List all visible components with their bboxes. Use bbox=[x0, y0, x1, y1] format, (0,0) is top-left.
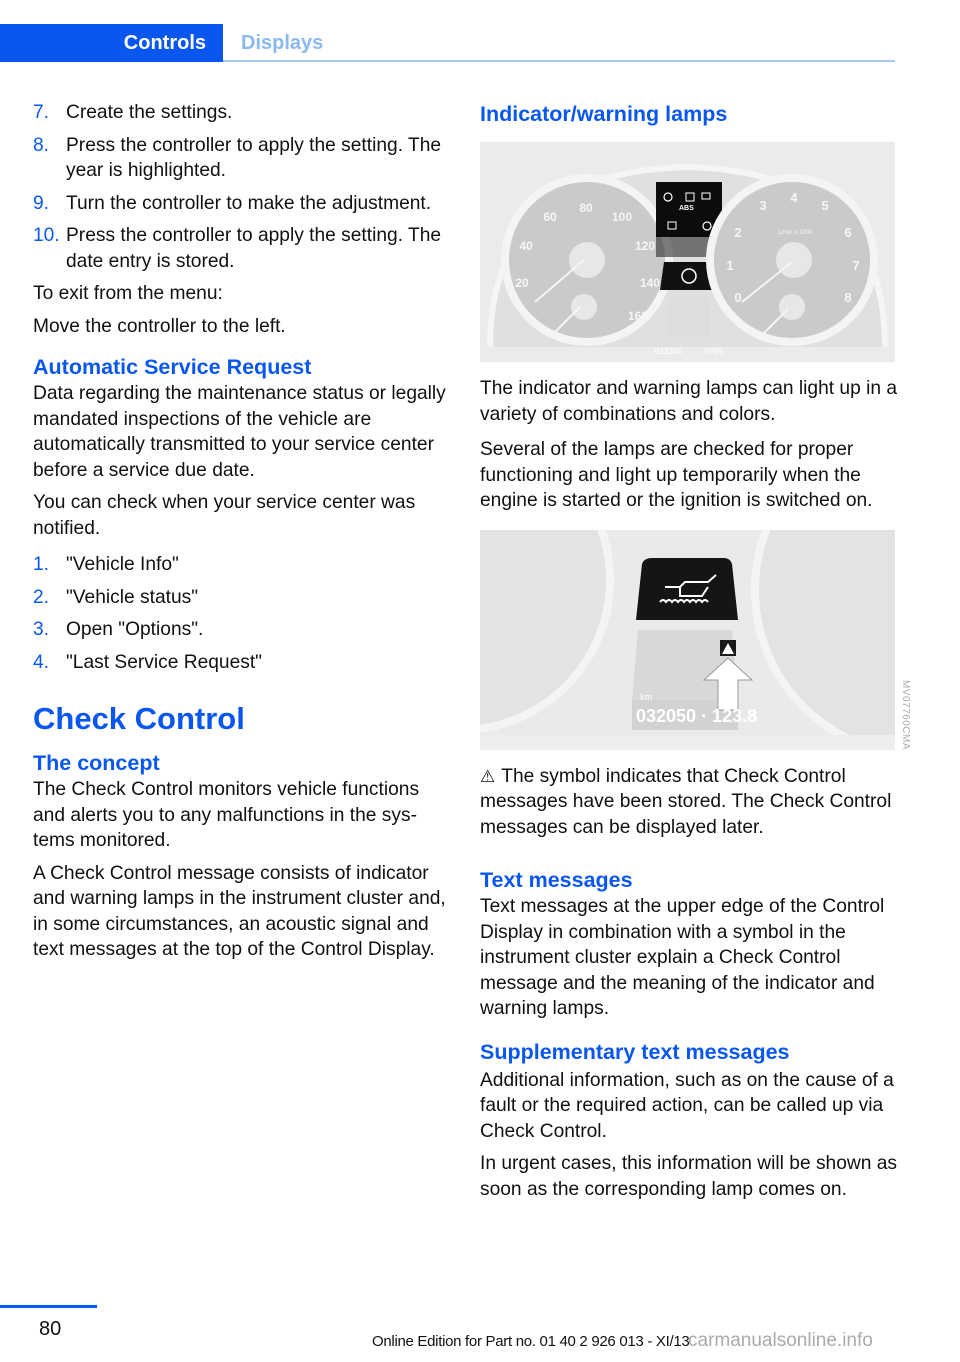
odometer-reading: 032050 · 123.8 bbox=[636, 706, 757, 726]
step-text: "Last Service Request" bbox=[66, 651, 262, 673]
step-text: Turn the controller to make the adjust­m… bbox=[66, 192, 432, 214]
step-number: 2. bbox=[33, 586, 50, 608]
exit-action: Move the controller to the left. bbox=[33, 315, 286, 337]
rpm-unit: 1/min x 1000 bbox=[778, 230, 813, 236]
warning-triangle-icon: ⚠ bbox=[480, 766, 496, 786]
speed-label: 60 bbox=[543, 210, 557, 224]
asr-paragraph-2: You can check when your service center w… bbox=[33, 492, 416, 539]
steps-list-date: 7. Create the settings. 8. Press the contr… bbox=[33, 100, 451, 274]
concept-paragraph-1: The Check Control monitors vehicle funct… bbox=[33, 779, 420, 851]
symbol-text: The symbol indicates that Check Control … bbox=[480, 765, 892, 838]
supplementary-paragraph-1: Additional information, such as on the c… bbox=[480, 1069, 894, 1142]
step-number: 9. bbox=[33, 192, 50, 214]
steps-list-asr: 1. "Vehicle Info" 2. "Vehicle status" 3. Op… bbox=[33, 552, 451, 675]
tab-displays[interactable]: Displays bbox=[241, 24, 323, 62]
section-heading-lamps: Indicator/warning lamps bbox=[480, 102, 728, 126]
step-text: Press the controller to apply the settin… bbox=[66, 225, 442, 272]
lamps-paragraph-1: The indicator and warning lamps can ligh… bbox=[480, 378, 898, 425]
right-column: Indicator/warning lamps 20 40 60 80 100 … bbox=[480, 100, 898, 1209]
list-item: 7. Create the settings. bbox=[33, 100, 451, 126]
odometer-unit: km bbox=[640, 692, 652, 702]
list-item: 1. "Vehicle Info" bbox=[33, 552, 451, 578]
check-control-figure: km 032050 · 123.8 bbox=[480, 529, 895, 750]
tab-underline bbox=[223, 60, 895, 62]
exit-label: To exit from the menu: bbox=[33, 283, 223, 304]
step-text: Open "Options". bbox=[66, 619, 204, 640]
list-item: 4. "Last Service Request" bbox=[33, 650, 451, 676]
image-code: MV07760CMA bbox=[900, 680, 911, 751]
speed-label: 80 bbox=[579, 201, 593, 215]
lamps-paragraph-2: Several of the lamps are checked for pro… bbox=[480, 439, 873, 511]
speed-label: 140 bbox=[640, 276, 660, 290]
check-control-illustration: km 032050 · 123.8 bbox=[480, 529, 895, 750]
abs-lamp-label: ABS bbox=[679, 205, 694, 212]
list-item: 3. Open "Options". bbox=[33, 617, 451, 643]
speed-label: 20 bbox=[515, 276, 529, 290]
speed-label: 160 bbox=[628, 309, 648, 323]
step-number: 3. bbox=[33, 619, 50, 640]
step-number: 4. bbox=[33, 651, 50, 673]
step-text: "Vehicle status" bbox=[66, 586, 199, 608]
speed-label: 100 bbox=[612, 210, 632, 224]
rpm-label: 4 bbox=[790, 190, 798, 205]
step-text: "Vehicle Info" bbox=[66, 554, 179, 575]
rpm-label: 7 bbox=[852, 258, 859, 273]
rpm-label: 3 bbox=[759, 198, 766, 213]
list-item: 10. Press the controller to apply the set… bbox=[33, 223, 451, 274]
page-number: 80 bbox=[39, 1318, 62, 1340]
concept-paragraph-2: A Check Control message consists of indi… bbox=[33, 862, 446, 961]
speed-label: 40 bbox=[519, 239, 533, 253]
watermark-link[interactable]: carmanualsonline.info bbox=[688, 1330, 873, 1352]
step-number: 8. bbox=[33, 134, 50, 156]
left-column: 7. Create the settings. 8. Press the contr… bbox=[33, 100, 451, 970]
section-heading-supplementary: Supplementary text messages bbox=[480, 1039, 790, 1064]
speed-label: 120 bbox=[635, 239, 655, 253]
step-number: 10. bbox=[33, 225, 60, 246]
supplementary-paragraph-2: In urgent cases, this information will b… bbox=[480, 1153, 898, 1200]
list-item: 8. Press the controller to apply the sett… bbox=[33, 133, 451, 184]
step-text: Create the settings. bbox=[66, 102, 233, 123]
rpm-label: 6 bbox=[844, 225, 851, 240]
symbol-paragraph: ⚠ The symbol indicates that Check Control… bbox=[480, 764, 898, 841]
text-messages-paragraph: Text messages at the upper edge of the C… bbox=[480, 896, 885, 1019]
section-heading-asr: Automatic Service Request bbox=[33, 355, 312, 379]
list-item: 2. "Vehicle status" bbox=[33, 585, 451, 611]
chapter-title: Check Control bbox=[33, 701, 245, 736]
odometer-reading: 012345 bbox=[655, 347, 682, 356]
oil-pressure-lamp bbox=[636, 557, 738, 620]
section-heading-text-messages: Text messages bbox=[480, 868, 633, 892]
asr-paragraph-1: Data regarding the maintenance status or… bbox=[33, 383, 446, 481]
rpm-label: 2 bbox=[734, 225, 741, 240]
edition-note: Online Edition for Part no. 01 40 2 926 … bbox=[372, 1333, 690, 1350]
footer-accent-line bbox=[0, 1305, 97, 1308]
rpm-label: 5 bbox=[821, 198, 828, 213]
list-item: 9. Turn the controller to make the adjust… bbox=[33, 191, 451, 217]
section-heading-concept: The concept bbox=[33, 751, 160, 775]
tab-controls[interactable]: Controls bbox=[0, 24, 223, 62]
step-number: 1. bbox=[33, 554, 50, 575]
instrument-cluster-illustration: 20 40 60 80 100 120 140 160 ABS 012345 0… bbox=[480, 142, 895, 362]
instrument-cluster-figure: 20 40 60 80 100 120 140 160 ABS 012345 0… bbox=[480, 142, 895, 362]
step-number: 7. bbox=[33, 102, 50, 123]
rpm-label: 0 bbox=[734, 290, 741, 305]
chapter-tabs: Controls Displays bbox=[0, 24, 895, 62]
trip-reading: 0789 bbox=[705, 347, 723, 356]
rpm-label: 8 bbox=[844, 290, 851, 305]
rpm-label: 1 bbox=[726, 258, 733, 273]
step-text: Press the controller to apply the settin… bbox=[66, 134, 442, 182]
